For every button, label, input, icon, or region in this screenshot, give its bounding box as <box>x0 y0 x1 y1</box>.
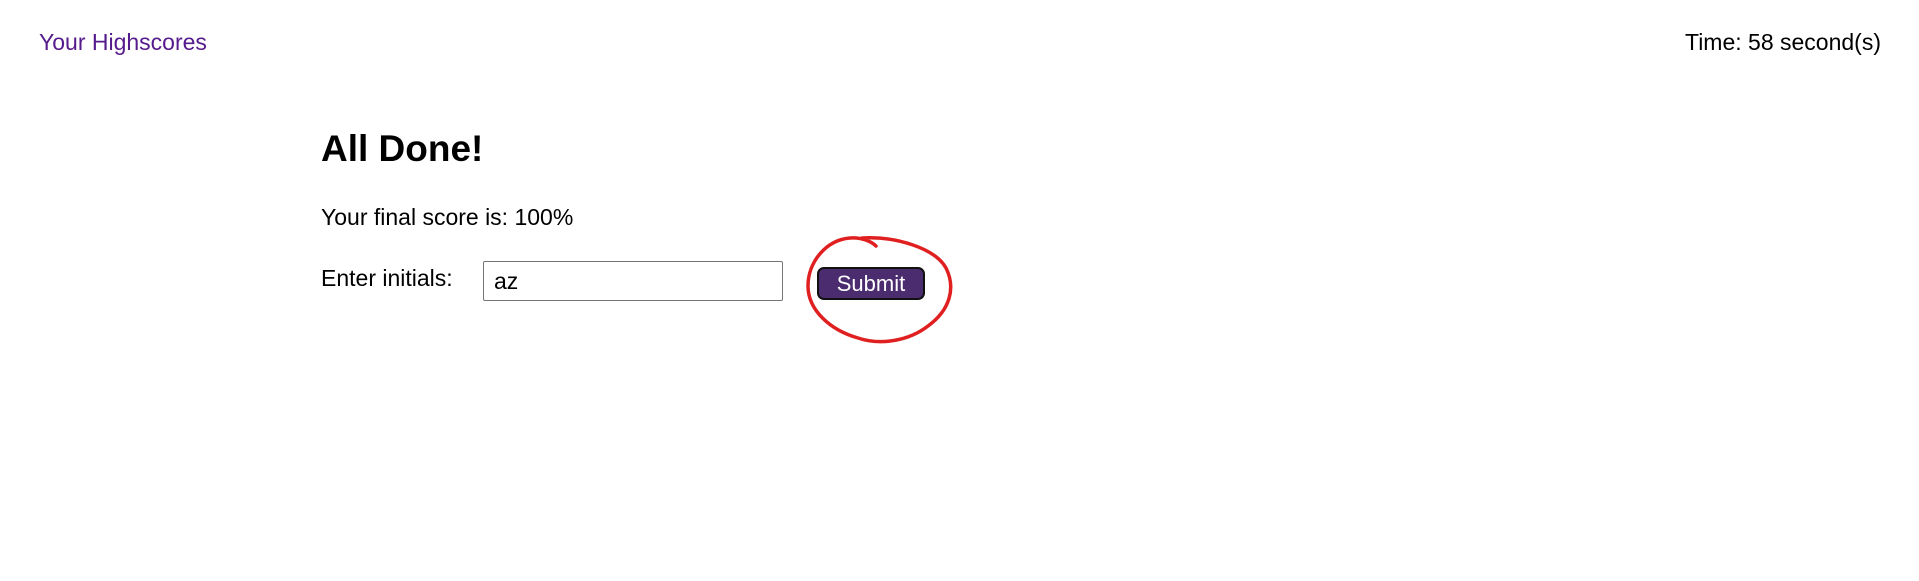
highscores-link[interactable]: Your Highscores <box>39 27 207 57</box>
initials-input[interactable] <box>483 261 783 301</box>
page-title: All Done! <box>321 128 484 169</box>
timer-display: Time: 58 second(s) <box>1685 29 1881 55</box>
final-score-text: Your final score is: 100% <box>321 204 574 230</box>
quiz-end-panel: All Done! Your final score is: 100% Ente… <box>321 126 925 311</box>
initials-form: Enter initials: Submit <box>321 261 925 311</box>
quiz-page: Your Highscores Time: 58 second(s) All D… <box>0 0 1919 581</box>
submit-button[interactable]: Submit <box>817 267 925 300</box>
initials-label: Enter initials: <box>321 265 453 291</box>
